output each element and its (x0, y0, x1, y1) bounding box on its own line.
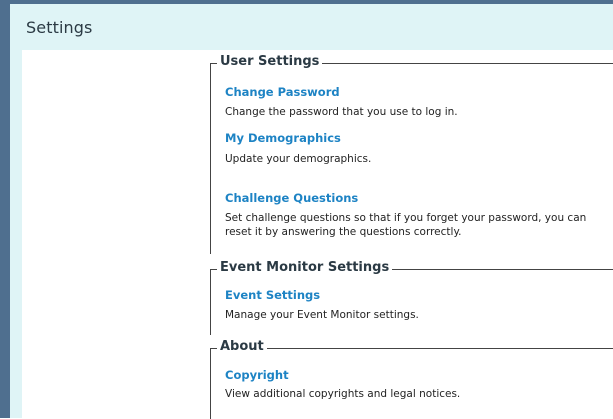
about-legend: About (217, 339, 267, 354)
my-demographics-description: Update your demographics. (225, 153, 372, 165)
change-password-description: Change the password that you use to log … (225, 106, 458, 118)
settings-window: Settings User Settings Change Password C… (0, 0, 613, 419)
user-settings-section: User Settings Change Password Change the… (210, 54, 613, 254)
copyright-description: View additional copyrights and legal not… (225, 388, 461, 400)
event-settings-link[interactable]: Event Settings (225, 288, 320, 302)
change-password-link[interactable]: Change Password (225, 85, 340, 99)
page-title: Settings (26, 18, 93, 37)
event-monitor-settings-legend: Event Monitor Settings (217, 260, 393, 275)
event-monitor-settings-section: Event Monitor Settings Event Settings Ma… (210, 260, 613, 335)
event-settings-description: Manage your Event Monitor settings. (225, 309, 419, 321)
copyright-link[interactable]: Copyright (225, 368, 289, 382)
user-settings-legend: User Settings (217, 54, 323, 69)
my-demographics-link[interactable]: My Demographics (225, 131, 341, 145)
window-left-edge (0, 0, 10, 418)
challenge-questions-description: Set challenge questions so that if you f… (225, 212, 587, 238)
settings-content: User Settings Change Password Change the… (22, 50, 613, 419)
about-section: About Copyright View additional copyrigh… (210, 339, 613, 419)
challenge-questions-link[interactable]: Challenge Questions (225, 191, 358, 205)
